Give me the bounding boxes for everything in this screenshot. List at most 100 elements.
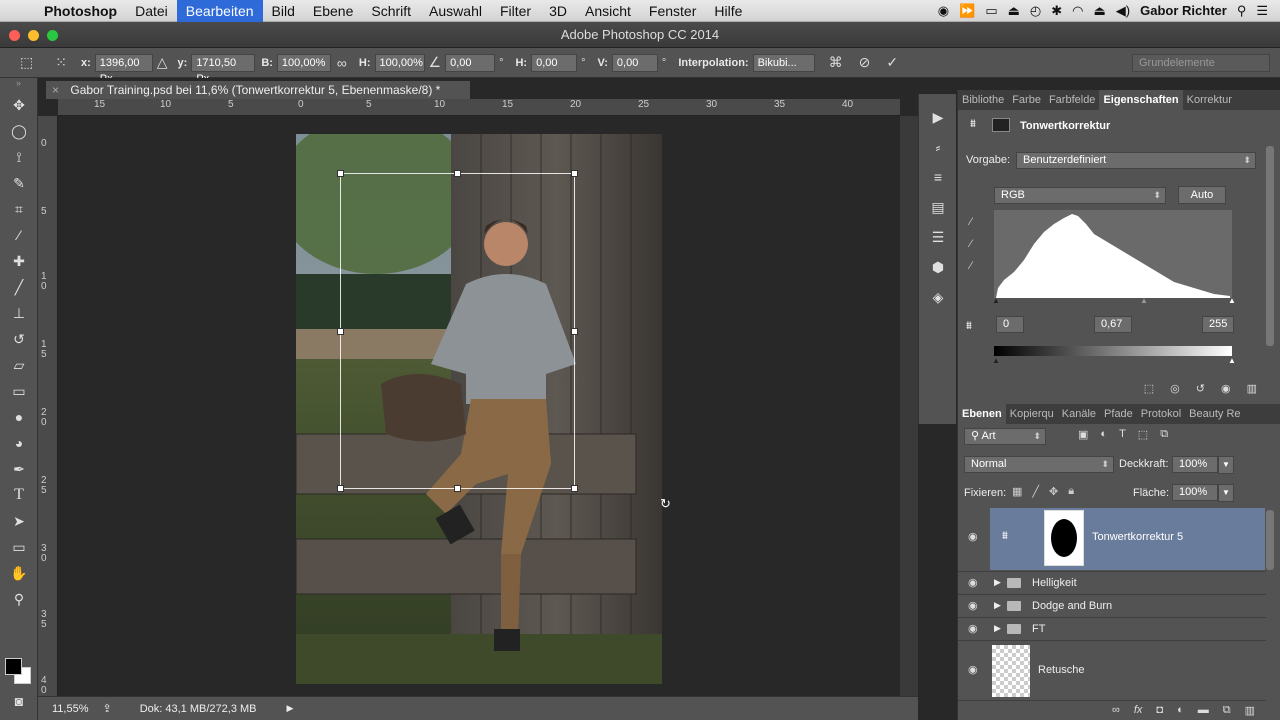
output-black-slider[interactable]: ▲: [992, 356, 1000, 365]
filter-adjustment-icon[interactable]: ◐: [1100, 428, 1107, 441]
workspace-select[interactable]: Grundelemente: [1132, 53, 1270, 72]
layer-name[interactable]: FT: [1032, 623, 1045, 635]
levels-icon[interactable]: ⩩: [970, 118, 976, 131]
hand-tool-icon[interactable]: ✋: [0, 560, 38, 586]
tab-farbfelder[interactable]: Farbfelde: [1045, 90, 1099, 110]
channel-select[interactable]: RGB ⬍: [994, 187, 1166, 204]
transform-handle[interactable]: [571, 170, 578, 177]
link-icon[interactable]: ∞: [337, 55, 347, 71]
tab-protokoll[interactable]: Protokol: [1137, 404, 1185, 424]
stamp-tool-icon[interactable]: ⊥: [0, 300, 38, 326]
output-white-slider[interactable]: ▲: [1228, 356, 1236, 365]
vertical-scrollbar[interactable]: [900, 116, 918, 696]
zoom-window-icon[interactable]: [47, 30, 58, 41]
bluetooth-icon[interactable]: ✱: [1051, 3, 1062, 19]
gray-eyedropper-icon[interactable]: ⁄: [970, 238, 972, 250]
layer-row-ft[interactable]: ◉ ▶ FT: [958, 618, 1266, 641]
gradient-tool-icon[interactable]: ▭: [0, 378, 38, 404]
eye-icon[interactable]: ◉: [968, 622, 978, 635]
delete-icon[interactable]: ▥: [1247, 382, 1257, 402]
disclosure-triangle-icon[interactable]: ▶: [994, 600, 1001, 611]
fill-dropdown[interactable]: ▼: [1218, 484, 1234, 502]
3d-cube-icon[interactable]: ⬢: [919, 252, 957, 282]
type-tool-icon[interactable]: T: [0, 482, 38, 508]
rectangle-tool-icon[interactable]: ▭: [0, 534, 38, 560]
visibility-icon[interactable]: ◉: [1221, 382, 1231, 402]
opacity-dropdown[interactable]: ▼: [1218, 456, 1234, 474]
paragraph-icon[interactable]: ☰: [919, 222, 957, 252]
menu-ansicht[interactable]: Ansicht: [576, 0, 640, 22]
menu-schrift[interactable]: Schrift: [362, 0, 420, 22]
notes-icon[interactable]: ▤: [919, 192, 957, 222]
layer-name[interactable]: Helligkeit: [1032, 577, 1077, 589]
input-gamma-slider[interactable]: ▲: [1140, 296, 1148, 305]
tab-farbe[interactable]: Farbe: [1008, 90, 1045, 110]
tab-eigenschaften[interactable]: Eigenschaften: [1099, 90, 1183, 110]
volume-icon[interactable]: ◀): [1116, 3, 1130, 19]
layer-mask-thumbnail[interactable]: [1044, 510, 1084, 566]
move-tool-icon[interactable]: ✥: [0, 92, 38, 118]
history-brush-tool-icon[interactable]: ↺: [0, 326, 38, 352]
eye-icon[interactable]: ◉: [968, 530, 978, 543]
lasso-tool-icon[interactable]: ⟟: [0, 144, 38, 170]
mask-icon[interactable]: [992, 118, 1010, 132]
link-layers-icon[interactable]: ∞: [1112, 704, 1120, 716]
close-tab-icon[interactable]: ×: [52, 83, 59, 97]
path-select-tool-icon[interactable]: ➤: [0, 508, 38, 534]
minimize-window-icon[interactable]: [28, 30, 39, 41]
filter-shape-icon[interactable]: ⬚: [1138, 428, 1148, 441]
quick-select-tool-icon[interactable]: ✎: [0, 170, 38, 196]
commit-transform-icon[interactable]: ✓: [886, 54, 898, 71]
display-icon[interactable]: ▭: [985, 3, 997, 19]
new-adjustment-icon[interactable]: ◐: [1177, 704, 1184, 716]
close-window-icon[interactable]: [9, 30, 20, 41]
fastforward-icon[interactable]: ⏩: [959, 3, 975, 19]
document-canvas[interactable]: [296, 134, 662, 684]
view-previous-icon[interactable]: ◎: [1170, 382, 1180, 402]
actions-play-icon[interactable]: ▶: [919, 102, 957, 132]
menu-bild[interactable]: Bild: [263, 0, 304, 22]
menu-auswahl[interactable]: Auswahl: [420, 0, 491, 22]
crop-tool-icon[interactable]: ⌗: [0, 196, 38, 222]
brushes-icon[interactable]: ⸗: [919, 132, 957, 162]
height-input[interactable]: 100,00%: [374, 53, 425, 72]
eye-icon[interactable]: ◉: [968, 663, 978, 676]
blend-mode-select[interactable]: Normal ⬍: [964, 456, 1114, 473]
y-position-input[interactable]: 1710,50 Px: [191, 53, 256, 85]
layer-filter-select[interactable]: ⚲ Art ⬍: [964, 428, 1046, 445]
pen-tool-icon[interactable]: ✒: [0, 456, 38, 482]
filter-pixel-icon[interactable]: ▣: [1078, 428, 1088, 441]
quickmask-icon[interactable]: ◙: [0, 688, 38, 714]
document-tab[interactable]: × Gabor Training.psd bei 11,6% (Tonwertk…: [46, 81, 470, 99]
relative-position-icon[interactable]: △: [157, 54, 168, 71]
tab-ebenen[interactable]: Ebenen: [958, 404, 1006, 424]
width-input[interactable]: 100,00%: [276, 53, 331, 72]
new-group-icon[interactable]: ▬: [1198, 704, 1209, 716]
user-name[interactable]: Gabor Richter: [1140, 3, 1227, 18]
x-position-input[interactable]: 1396,00 Px: [94, 53, 153, 85]
transform-handle[interactable]: [337, 328, 344, 335]
reset-icon[interactable]: ↺: [1196, 382, 1205, 402]
layer-row-dodge-burn[interactable]: ◉ ▶ Dodge and Burn: [958, 595, 1266, 618]
eye-icon[interactable]: ◉: [968, 599, 978, 612]
new-layer-icon[interactable]: ⧉: [1223, 704, 1231, 717]
vskew-input[interactable]: 0,00: [611, 53, 658, 72]
clip-to-layer-icon[interactable]: ⬚: [1144, 382, 1154, 402]
eraser-tool-icon[interactable]: ▱: [0, 352, 38, 378]
menu-hilfe[interactable]: Hilfe: [705, 0, 751, 22]
layer-name[interactable]: Tonwertkorrektur 5: [1092, 531, 1183, 543]
lock-position-icon[interactable]: ✥: [1049, 485, 1058, 498]
tab-pfade[interactable]: Pfade: [1100, 404, 1137, 424]
auto-button[interactable]: Auto: [1178, 186, 1226, 204]
wifi-icon[interactable]: ◠: [1072, 3, 1083, 19]
eject-icon[interactable]: ⏏: [1094, 3, 1106, 19]
menu-bearbeiten[interactable]: Bearbeiten: [176, 0, 263, 22]
foreground-color-swatch[interactable]: [5, 658, 22, 675]
adjustments-sliders-icon[interactable]: ≡: [919, 162, 957, 192]
fx-icon[interactable]: fx: [1134, 704, 1143, 716]
menu-3d[interactable]: 3D: [540, 0, 576, 22]
layer-row-retusche[interactable]: ◉ Retusche: [958, 641, 1266, 701]
spotlight-icon[interactable]: ⚲: [1237, 3, 1247, 19]
transform-handle[interactable]: [454, 485, 461, 492]
menu-app[interactable]: Photoshop: [40, 0, 126, 22]
